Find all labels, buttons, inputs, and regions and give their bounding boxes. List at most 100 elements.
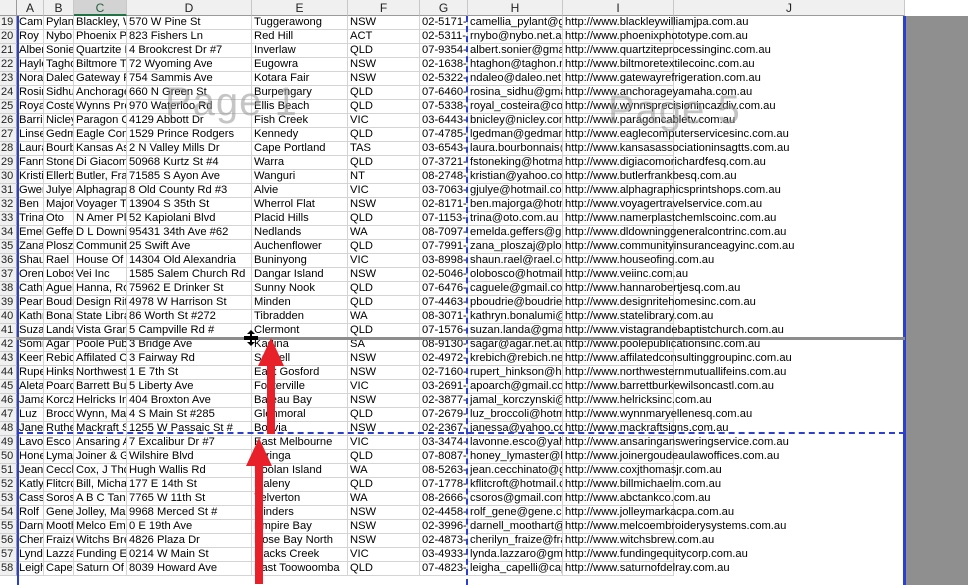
row-header[interactable]: 32 [0, 198, 17, 212]
cell-b21[interactable]: Sonier [44, 44, 74, 58]
cell-d37[interactable]: 1585 Salem Church Rd [127, 268, 252, 282]
cell-h41[interactable]: suzan.landa@gmail.com [468, 324, 563, 338]
cell-c26[interactable]: Paragon Cable Tv [74, 114, 127, 128]
cell-b31[interactable]: Julye [44, 184, 74, 198]
cell-h40[interactable]: kathryn.bonalumi@yahoo. [468, 310, 563, 324]
cell-b36[interactable]: Rael [44, 254, 74, 268]
cell-h37[interactable]: olobosco@hotmail.com [468, 268, 563, 282]
page-break-left-solid[interactable] [17, 16, 19, 585]
cell-h57[interactable]: lynda.lazzaro@gmail.com [468, 548, 563, 562]
cell-a43[interactable]: Keena [17, 352, 44, 366]
cell-a50[interactable]: Honey [17, 450, 44, 464]
column-header-h[interactable]: H [468, 0, 563, 16]
cell-b44[interactable]: Hinkson [44, 366, 74, 380]
cell-i35[interactable]: http://www.communityinsuranceagyinc.com.… [563, 240, 794, 254]
cell-a34[interactable]: Emelda [17, 226, 44, 240]
cell-c29[interactable]: Di Giacomo, Richard F [74, 156, 127, 170]
cell-c31[interactable]: Alphagraphics Printsho [74, 184, 127, 198]
cell-b40[interactable]: Bonalumi [44, 310, 74, 324]
cell-e30[interactable]: Wanguri [252, 170, 348, 184]
cell-h25[interactable]: royal_costeira@costeira.co [468, 100, 563, 114]
cell-c20[interactable]: Phoenix Phototype [74, 30, 127, 44]
cell-g22[interactable]: 02-1638-4380 [420, 58, 468, 72]
row-header[interactable]: 37 [0, 268, 17, 282]
cell-c54[interactable]: Jolley, Mark A Cpa [74, 506, 127, 520]
cell-b41[interactable]: Landa [44, 324, 74, 338]
cell-c44[interactable]: Northwestern Mutual Li [74, 366, 127, 380]
cell-i30[interactable]: http://www.butlerfrankbesq.com.au [563, 170, 737, 184]
cell-a52[interactable]: Katlyn [17, 478, 44, 492]
cell-g53[interactable]: 08-2666-6399 [420, 492, 468, 506]
cell-i41[interactable]: http://www.vistagrandebaptistchurch.com.… [563, 324, 784, 338]
cell-d23[interactable]: 754 Sammis Ave [127, 72, 252, 86]
column-header-j[interactable]: J [674, 0, 905, 16]
cell-g42[interactable]: 08-9130-3372 [420, 338, 468, 352]
cell-d31[interactable]: 8 Old County Rd #3 [127, 184, 252, 198]
cell-g30[interactable]: 08-2748-1250 [420, 170, 468, 184]
column-header-a[interactable]: A [17, 0, 44, 16]
cell-i58[interactable]: http://www.saturnofdelray.com.au [563, 562, 730, 576]
cell-a46[interactable]: Jamal [17, 394, 44, 408]
page-break-drag-preview[interactable] [17, 337, 905, 340]
cell-d38[interactable]: 75962 E Drinker St [127, 282, 252, 296]
cell-e28[interactable]: Cape Portland [252, 142, 348, 156]
cell-g55[interactable]: 02-3996-9188 [420, 520, 468, 534]
cell-a22[interactable]: Hayley [17, 58, 44, 72]
cell-h27[interactable]: lgedman@gedman.net.au [468, 128, 563, 142]
cell-f32[interactable]: NSW [348, 198, 420, 212]
row-header[interactable]: 39 [0, 296, 17, 310]
cell-f42[interactable]: SA [348, 338, 420, 352]
cell-b58[interactable]: Capelli [44, 562, 74, 576]
cell-d40[interactable]: 86 Worth St #272 [127, 310, 252, 324]
cell-d19[interactable]: 570 W Pine St [127, 16, 252, 30]
row-header[interactable]: 30 [0, 170, 17, 184]
cell-e24[interactable]: Burpengary [252, 86, 348, 100]
cell-b20[interactable]: Nybo [44, 30, 74, 44]
cell-h32[interactable]: ben.majorga@hotmail.com [468, 198, 563, 212]
cell-e29[interactable]: Warra [252, 156, 348, 170]
cell-f54[interactable]: NSW [348, 506, 420, 520]
cell-d28[interactable]: 2 N Valley Mills Dr [127, 142, 252, 156]
cell-i36[interactable]: http://www.houseofing.com.au [563, 254, 714, 268]
cell-d32[interactable]: 13904 S 35th St [127, 198, 252, 212]
cell-c19[interactable]: Blackley, William J Pa [74, 16, 127, 30]
cell-h20[interactable]: rnybo@nybo.net.au [468, 30, 563, 44]
cell-h42[interactable]: sagar@agar.net.au [468, 338, 563, 352]
cell-b23[interactable]: Daleo [44, 72, 74, 86]
cell-g27[interactable]: 07-4785-3781 [420, 128, 468, 142]
cell-h35[interactable]: zana_ploszaj@ploszaj.net [468, 240, 563, 254]
cell-b47[interactable]: Broccoli [44, 408, 74, 422]
cell-i20[interactable]: http://www.phoenixphototype.com.au [563, 30, 748, 44]
cell-c22[interactable]: Biltmore Textile Co Inc [74, 58, 127, 72]
cell-b24[interactable]: Sidhu [44, 86, 74, 100]
cell-g45[interactable]: 03-2691-1298 [420, 380, 468, 394]
cell-a31[interactable]: Gwen [17, 184, 44, 198]
cell-g35[interactable]: 07-7991-8883 [420, 240, 468, 254]
cell-f47[interactable]: QLD [348, 408, 420, 422]
cell-h36[interactable]: shaun.rael@rael.com.au [468, 254, 563, 268]
cell-g31[interactable]: 03-7063-6734 [420, 184, 468, 198]
column-header-g[interactable]: G [420, 0, 468, 16]
cell-h23[interactable]: ndaleo@daleo.net.au [468, 72, 563, 86]
cell-f22[interactable]: NSW [348, 58, 420, 72]
cell-d20[interactable]: 823 Fishers Ln [127, 30, 252, 44]
cell-e25[interactable]: Ellis Beach [252, 100, 348, 114]
cell-d42[interactable]: 3 Bridge Ave [127, 338, 252, 352]
row-header[interactable]: 56 [0, 534, 17, 548]
cell-d46[interactable]: 404 Broxton Ave [127, 394, 252, 408]
cell-h19[interactable]: camellia_pylant@gmail.co [468, 16, 563, 30]
cell-c47[interactable]: Wynn, Mary Ellen Esq [74, 408, 127, 422]
cell-i57[interactable]: http://www.fundingequitycorp.com.au [563, 548, 748, 562]
cell-g38[interactable]: 07-6476-1399 [420, 282, 468, 296]
row-header[interactable]: 23 [0, 72, 17, 86]
row-header[interactable]: 22 [0, 58, 17, 72]
cell-g36[interactable]: 03-8998-5487 [420, 254, 468, 268]
cell-i52[interactable]: http://www.billmichaelm.com.au [563, 478, 721, 492]
cell-c25[interactable]: Wynns Precision Inc Az [74, 100, 127, 114]
cell-h47[interactable]: luz_broccoli@hotmail.com [468, 408, 563, 422]
cell-i19[interactable]: http://www.blackleywilliamjpa.com.au [563, 16, 748, 30]
cell-i44[interactable]: http://www.northwesternmutuallifeins.com… [563, 366, 786, 380]
cell-d58[interactable]: 8039 Howard Ave [127, 562, 252, 576]
cell-c51[interactable]: Cox, J Thomas Jr [74, 464, 127, 478]
cell-c53[interactable]: A B C Tank Co [74, 492, 127, 506]
